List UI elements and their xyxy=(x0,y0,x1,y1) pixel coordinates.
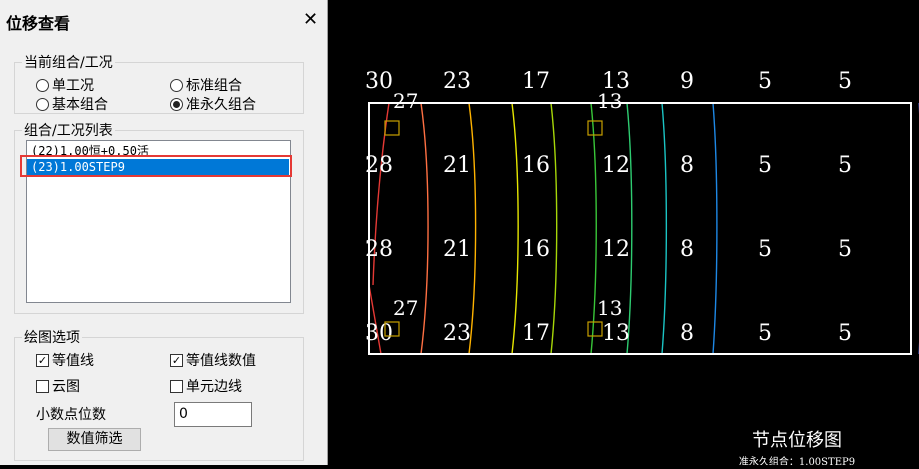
contour-value-label: 21 xyxy=(443,237,471,262)
radio-single-case-dot xyxy=(36,78,49,92)
contour-value-label: 5 xyxy=(758,153,772,178)
contour-value-label: 23 xyxy=(443,69,471,94)
contour-value-label: 13 xyxy=(602,321,630,346)
close-icon[interactable]: ✕ xyxy=(303,9,318,30)
contour-line xyxy=(368,102,390,355)
check-contour-lines[interactable]: ✓ 等值线 xyxy=(36,350,94,370)
radio-single-case[interactable]: 单工况 xyxy=(36,75,94,95)
contour-value-label: 12 xyxy=(602,153,630,178)
contour-line xyxy=(590,102,597,355)
radio-single-case-label: 单工况 xyxy=(52,78,94,94)
contour-value-label: 17 xyxy=(522,321,550,346)
radio-standard-combo[interactable]: 标准组合 xyxy=(170,75,242,95)
contour-value-label: 5 xyxy=(838,69,852,94)
displacement-panel: 位移查看 ✕ 当前组合/工况 单工况 标准组合 基本组合 准永久组合 组合/工况… xyxy=(0,0,328,465)
radio-basic-combo[interactable]: 基本组合 xyxy=(36,94,108,114)
contour-lines xyxy=(368,102,919,355)
contour-value-label: 23 xyxy=(443,321,471,346)
contour-value-label: 21 xyxy=(443,153,471,178)
current-group-label: 当前组合/工况 xyxy=(22,52,115,72)
inner-label-top-left: 27 xyxy=(393,89,418,113)
contour-value-label: 30 xyxy=(365,69,393,94)
radio-standard-combo-dot xyxy=(170,78,183,92)
check-contour-values[interactable]: ✓ 等值线数值 xyxy=(170,350,256,370)
checkmark-icon: ✓ xyxy=(36,353,49,367)
contour-line xyxy=(420,102,429,355)
checkmark-icon: ✓ xyxy=(170,353,183,367)
contour-value-label: 12 xyxy=(602,237,630,262)
displacement-plot: 30 23 17 13 9 5 5 28 21 16 12 8 5 5 28 21 16 12 8 5 5 30 23 17 1… xyxy=(365,69,919,468)
contour-line xyxy=(661,102,668,355)
contour-line xyxy=(511,102,519,355)
check-contour-lines-label: 等值线 xyxy=(52,353,94,369)
drawing-canvas[interactable]: 30 23 17 13 9 5 5 28 21 16 12 8 5 5 28 21 16 12 8 5 5 30 23 17 1… xyxy=(329,0,919,468)
contour-value-label: 5 xyxy=(838,237,852,262)
radio-quasi-permanent-combo-label: 准永久组合 xyxy=(186,97,256,113)
plot-subtitle: 准永久组合：1.00STEP9 xyxy=(739,455,855,465)
contour-value-label: 28 xyxy=(365,153,393,178)
contour-line xyxy=(712,102,718,355)
slab-outline xyxy=(368,102,912,355)
selection-highlight-box xyxy=(20,155,292,177)
check-cloud-map-label: 云图 xyxy=(52,379,80,395)
contour-value-label: 17 xyxy=(522,69,550,94)
checkbox-empty-icon xyxy=(36,379,49,393)
inner-label-bottom-left: 27 xyxy=(393,296,418,320)
node-marker xyxy=(384,120,400,136)
radio-basic-combo-label: 基本组合 xyxy=(52,97,108,113)
checkbox-empty-icon xyxy=(170,379,183,393)
draw-options-label: 绘图选项 xyxy=(22,327,82,347)
check-contour-values-label: 等值线数值 xyxy=(186,353,256,369)
radio-basic-combo-dot xyxy=(36,97,49,111)
check-element-edges-label: 单元边线 xyxy=(186,379,242,395)
contour-value-label: 5 xyxy=(758,69,772,94)
check-cloud-map[interactable]: 云图 xyxy=(36,376,80,396)
contour-value-label: 5 xyxy=(758,237,772,262)
contour-value-label: 16 xyxy=(522,153,550,178)
radio-quasi-permanent-combo[interactable]: 准永久组合 xyxy=(170,94,256,114)
panel-title: 位移查看 xyxy=(6,14,71,33)
contour-value-label: 28 xyxy=(365,237,393,262)
decimal-places-input[interactable]: 0 xyxy=(174,402,252,427)
value-filter-button[interactable]: 数值筛选 xyxy=(48,428,141,451)
contour-value-label: 5 xyxy=(838,321,852,346)
radio-quasi-permanent-combo-dot xyxy=(170,97,183,111)
contour-line xyxy=(550,102,558,355)
check-element-edges[interactable]: 单元边线 xyxy=(170,376,242,396)
contour-value-label: 30 xyxy=(365,321,393,346)
inner-label-bottom-mid: 13 xyxy=(597,296,622,320)
case-list-label: 组合/工况列表 xyxy=(22,120,115,140)
inner-label-top-mid: 13 xyxy=(597,89,622,113)
plot-title: 节点位移图 xyxy=(752,430,842,451)
contour-value-label: 8 xyxy=(680,237,694,262)
node-marker xyxy=(587,321,603,337)
decimal-places-label: 小数点位数 xyxy=(36,407,106,423)
contour-value-label: 5 xyxy=(838,153,852,178)
contour-value-label: 16 xyxy=(522,237,550,262)
node-marker xyxy=(587,120,603,136)
contour-value-label: 8 xyxy=(680,153,694,178)
contour-value-label: 5 xyxy=(758,321,772,346)
contour-line xyxy=(626,102,633,355)
radio-standard-combo-label: 标准组合 xyxy=(186,78,242,94)
contour-value-label: 8 xyxy=(680,321,694,346)
contour-value-label: 9 xyxy=(680,69,694,94)
contour-line xyxy=(468,102,477,355)
